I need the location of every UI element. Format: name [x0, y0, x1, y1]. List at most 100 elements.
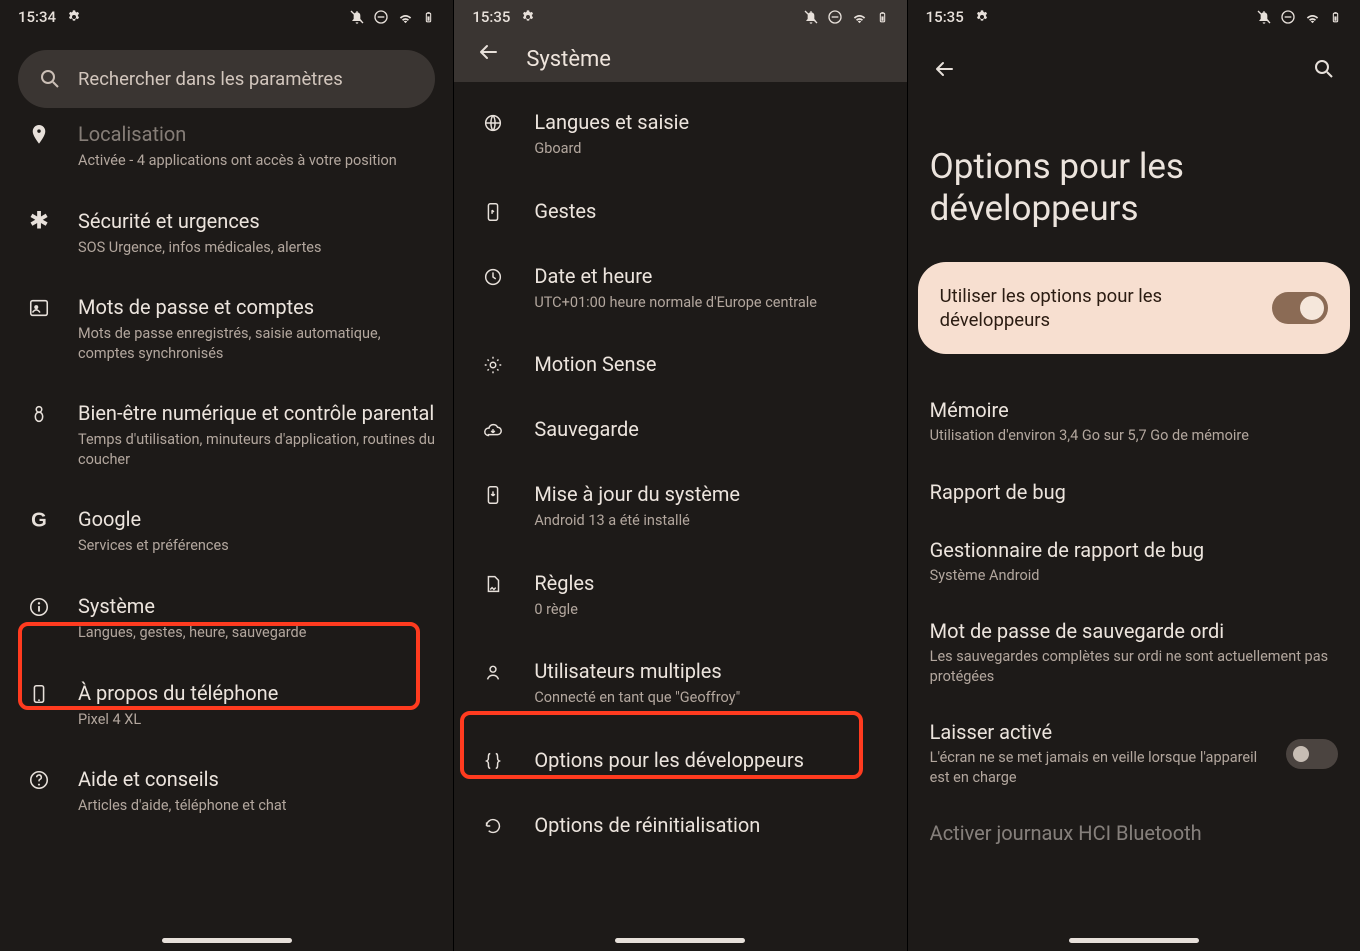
search-placeholder: Rechercher dans les paramètres — [78, 68, 343, 90]
gear-icon — [66, 9, 82, 25]
row-multiuser[interactable]: Utilisateurs multiples Connecté en tant … — [458, 639, 902, 728]
person-icon — [474, 659, 512, 683]
search-input[interactable]: Rechercher dans les paramètres — [18, 50, 435, 108]
row-passwords[interactable]: Mots de passe et comptes Mots de passe e… — [4, 277, 449, 383]
row-sub: Android 13 a été installé — [534, 511, 886, 531]
row-bugreport-mgr[interactable]: Gestionnaire de rapport de bug Système A… — [914, 522, 1354, 604]
row-motion[interactable]: Motion Sense — [458, 332, 902, 397]
row-title: Activer journaux HCI Bluetooth — [930, 821, 1338, 845]
gesture-nav-bar[interactable] — [615, 938, 745, 943]
row-title: Sécurité et urgences — [78, 209, 435, 234]
back-button[interactable] — [924, 49, 964, 89]
gear-icon — [520, 9, 536, 25]
row-hci-bluetooth[interactable]: Activer journaux HCI Bluetooth — [914, 805, 1354, 863]
row-stay-awake[interactable]: Laisser activé L'écran ne se met jamais … — [914, 704, 1354, 805]
clock-icon — [474, 264, 512, 288]
bell-off-icon — [1256, 9, 1272, 25]
bell-off-icon — [803, 9, 819, 25]
wifi-icon — [851, 9, 868, 26]
help-icon — [18, 767, 60, 791]
row-backup-pwd[interactable]: Mot de passe de sauvegarde ordi Les sauv… — [914, 603, 1354, 704]
search-icon — [38, 67, 62, 91]
row-rules[interactable]: Règles 0 règle — [458, 551, 902, 640]
status-bar: 15:34 — [0, 0, 453, 34]
toggle-switch-on[interactable] — [1272, 292, 1328, 324]
header — [908, 34, 1360, 90]
row-title: Mise à jour du système — [534, 482, 886, 507]
row-wellbeing[interactable]: Bien-être numérique et contrôle parental… — [4, 383, 449, 489]
master-toggle-card[interactable]: Utiliser les options pour les développeu… — [918, 262, 1350, 354]
gesture-icon — [474, 199, 512, 223]
row-title: Bien-être numérique et contrôle parental — [78, 401, 435, 426]
row-memory[interactable]: Mémoire Utilisation d'environ 3,4 Go sur… — [914, 382, 1354, 464]
row-title: Google — [78, 507, 435, 532]
row-sub: SOS Urgence, infos médicales, alertes — [78, 238, 435, 258]
back-button[interactable] — [468, 32, 508, 72]
row-bugreport[interactable]: Rapport de bug — [914, 464, 1354, 522]
row-developer[interactable]: Options pour les développeurs — [458, 728, 902, 793]
status-bar: 15:35 — [454, 0, 906, 34]
search-button[interactable] — [1304, 49, 1344, 89]
row-sub: Utilisation d'environ 3,4 Go sur 5,7 Go … — [930, 426, 1338, 446]
wellbeing-icon — [18, 401, 60, 425]
row-title: Laisser activé — [930, 720, 1270, 744]
row-title: À propos du téléphone — [78, 681, 435, 706]
row-safety[interactable]: Sécurité et urgences SOS Urgence, infos … — [4, 191, 449, 278]
gesture-nav-bar[interactable] — [162, 938, 292, 943]
globe-icon — [474, 110, 512, 134]
status-bar: 15:35 — [908, 0, 1360, 34]
row-title: Localisation — [78, 122, 435, 147]
row-sub: Système Android — [930, 566, 1338, 586]
row-title: Motion Sense — [534, 352, 886, 377]
row-title: Sauvegarde — [534, 417, 886, 442]
row-sub: Services et préférences — [78, 536, 435, 556]
page-title: Système — [526, 47, 611, 72]
screen-system: 15:35 Système Langues et saisie Gboard G… — [453, 0, 906, 951]
row-sub: Langues, gestes, heure, sauvegarde — [78, 623, 435, 643]
row-gestures[interactable]: Gestes — [458, 179, 902, 244]
row-sub: L'écran ne se met jamais en veille lorsq… — [930, 748, 1270, 787]
row-reset[interactable]: Options de réinitialisation — [458, 793, 902, 858]
row-title: Mots de passe et comptes — [78, 295, 435, 320]
row-backup[interactable]: Sauvegarde — [458, 397, 902, 462]
row-title: Options pour les développeurs — [534, 748, 886, 773]
row-title: Gestes — [534, 199, 886, 224]
row-languages[interactable]: Langues et saisie Gboard — [458, 90, 902, 179]
dnd-icon — [827, 9, 843, 25]
screen-settings-root: 15:34 Rechercher dans les paramètres Loc… — [0, 0, 453, 951]
devoptions-list: Mémoire Utilisation d'environ 3,4 Go sur… — [908, 382, 1360, 863]
reset-icon — [474, 813, 512, 837]
row-datetime[interactable]: Date et heure UTC+01:00 heure normale d'… — [458, 244, 902, 333]
gesture-nav-bar[interactable] — [1069, 938, 1199, 943]
page-title: Options pour les développeurs — [908, 90, 1360, 262]
toggle-switch-off[interactable] — [1286, 739, 1338, 769]
row-sub: Temps d'utilisation, minuteurs d'applica… — [78, 430, 435, 469]
row-help[interactable]: Aide et conseils Articles d'aide, téléph… — [4, 749, 449, 836]
master-toggle-label: Utiliser les options pour les développeu… — [940, 284, 1256, 332]
row-sub: Les sauvegardes complètes sur ordi ne so… — [930, 647, 1338, 686]
row-about[interactable]: À propos du téléphone Pixel 4 XL — [4, 663, 449, 750]
row-sub: Gboard — [534, 139, 886, 159]
row-title: Gestionnaire de rapport de bug — [930, 538, 1338, 562]
row-title: Mot de passe de sauvegarde ordi — [930, 619, 1338, 643]
row-sysupdate[interactable]: Mise à jour du système Android 13 a été … — [458, 462, 902, 551]
battery-icon — [876, 9, 889, 26]
clock: 15:34 — [18, 8, 56, 26]
braces-icon — [474, 748, 512, 772]
settings-list: Localisation Activée - 4 applications on… — [0, 116, 453, 836]
motion-icon — [474, 352, 512, 376]
row-title: Rapport de bug — [930, 480, 1338, 504]
row-sub: Articles d'aide, téléphone et chat — [78, 796, 435, 816]
row-system[interactable]: Système Langues, gestes, heure, sauvegar… — [4, 576, 449, 663]
row-sub: 0 règle — [534, 600, 886, 620]
pin-icon — [18, 122, 60, 146]
row-google[interactable]: Google Services et préférences — [4, 489, 449, 576]
rules-icon — [474, 571, 512, 595]
battery-icon — [1329, 9, 1342, 26]
wifi-icon — [397, 9, 414, 26]
row-location[interactable]: Localisation Activée - 4 applications on… — [4, 116, 449, 191]
dnd-icon — [1280, 9, 1296, 25]
account-icon — [18, 295, 60, 319]
clock: 15:35 — [472, 8, 510, 26]
bell-off-icon — [349, 9, 365, 25]
